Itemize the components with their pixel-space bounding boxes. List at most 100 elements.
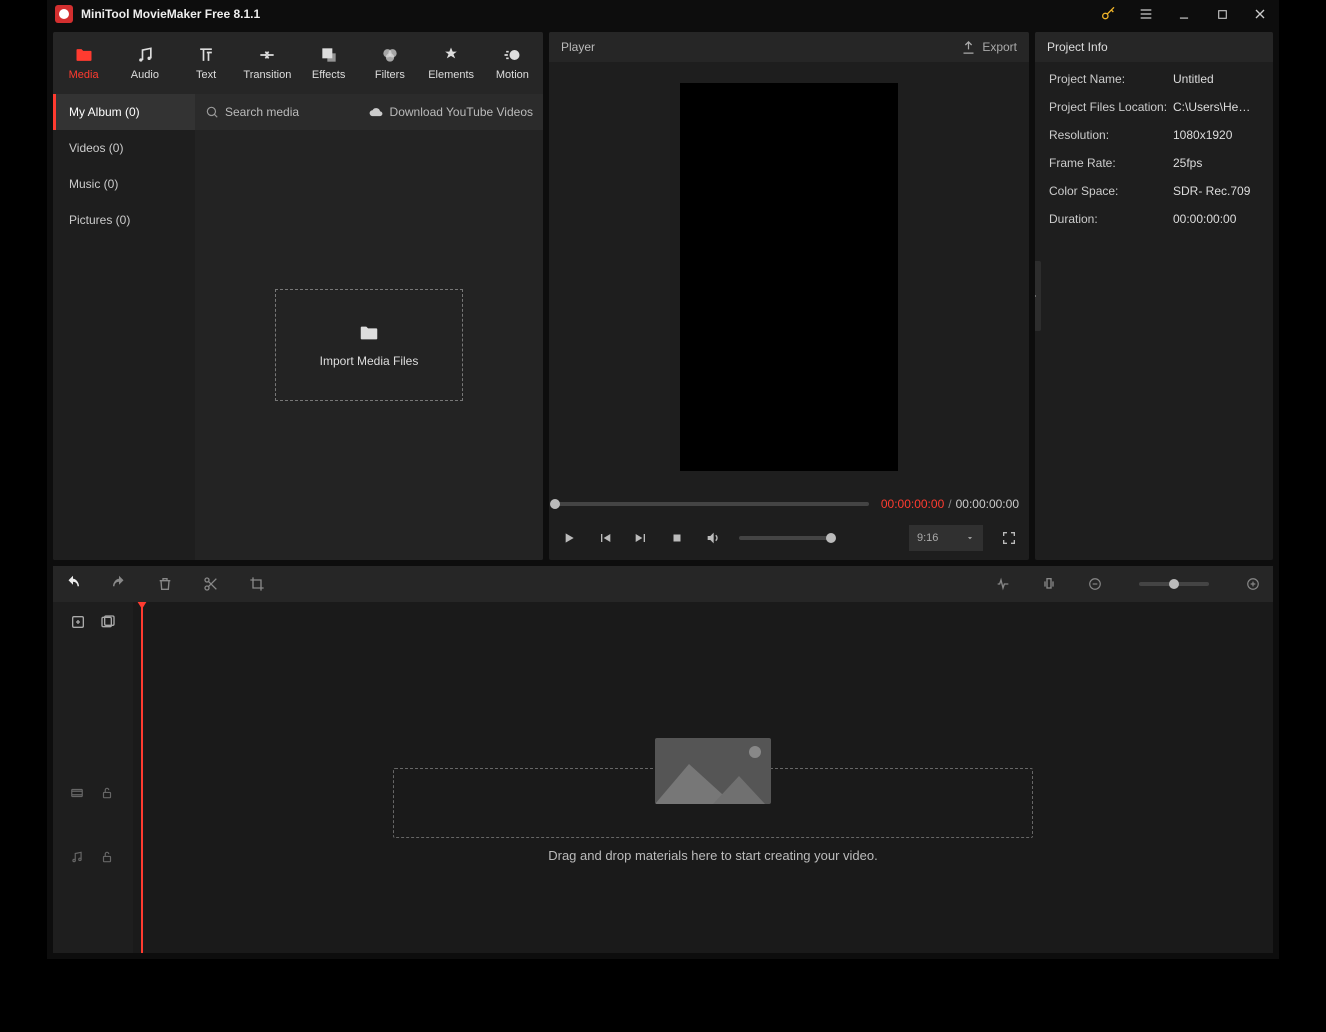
track-manager-button[interactable] bbox=[100, 614, 116, 630]
search-placeholder: Search media bbox=[225, 105, 299, 119]
undo-button[interactable] bbox=[63, 574, 83, 594]
info-value: Untitled bbox=[1173, 72, 1259, 86]
volume-slider[interactable] bbox=[739, 536, 831, 540]
prev-frame-button[interactable] bbox=[595, 528, 615, 548]
snap-button[interactable] bbox=[993, 574, 1013, 594]
folder-add-icon bbox=[356, 322, 382, 344]
tab-label: Effects bbox=[312, 69, 345, 81]
tab-label: Filters bbox=[375, 69, 405, 81]
timeline-toolbar bbox=[53, 566, 1273, 602]
music-icon bbox=[135, 45, 155, 65]
app-logo-icon bbox=[55, 5, 73, 23]
sidebar-item-3[interactable]: Pictures (0) bbox=[53, 202, 195, 238]
folder-icon bbox=[74, 45, 94, 65]
hamburger-menu-icon[interactable] bbox=[1131, 0, 1161, 28]
audio-track-lock-button[interactable] bbox=[100, 850, 116, 866]
volume-button[interactable] bbox=[703, 528, 723, 548]
zoom-slider[interactable] bbox=[1139, 582, 1209, 586]
info-value: C:\Users\He… bbox=[1173, 100, 1259, 114]
redo-button[interactable] bbox=[109, 574, 129, 594]
add-track-button[interactable] bbox=[70, 614, 86, 630]
tab-filters[interactable]: Filters bbox=[359, 32, 420, 94]
info-key: Project Files Location: bbox=[1049, 100, 1173, 114]
chevron-right-icon bbox=[1035, 290, 1039, 302]
info-value: 00:00:00:00 bbox=[1173, 212, 1259, 226]
info-row: Duration:00:00:00:00 bbox=[1049, 212, 1259, 226]
export-icon bbox=[961, 40, 976, 55]
aspect-ratio-value: 9:16 bbox=[917, 532, 938, 544]
info-row: Project Files Location:C:\Users\He… bbox=[1049, 100, 1259, 114]
tab-motion[interactable]: Motion bbox=[482, 32, 543, 94]
info-row: Frame Rate:25fps bbox=[1049, 156, 1259, 170]
timeline-tracks[interactable]: Drag and drop materials here to start cr… bbox=[133, 602, 1273, 953]
player-panel: Player Export 00:00:00:00 / 00:00:00:00 bbox=[549, 32, 1029, 560]
download-youtube-button[interactable]: Download YouTube Videos bbox=[368, 105, 533, 119]
tab-label: Motion bbox=[496, 69, 529, 81]
sidebar-item-0[interactable]: My Album (0) bbox=[53, 94, 195, 130]
marker-button[interactable] bbox=[1039, 574, 1059, 594]
cloud-download-icon bbox=[368, 105, 384, 119]
media-toolbar: Search media Download YouTube Videos bbox=[195, 94, 543, 130]
zoom-out-button[interactable] bbox=[1085, 574, 1105, 594]
seek-slider[interactable] bbox=[555, 502, 869, 506]
info-key: Frame Rate: bbox=[1049, 156, 1173, 170]
download-youtube-label: Download YouTube Videos bbox=[390, 105, 533, 119]
search-input[interactable]: Search media bbox=[205, 105, 360, 119]
play-button[interactable] bbox=[559, 528, 579, 548]
sidebar-item-1[interactable]: Videos (0) bbox=[53, 130, 195, 166]
app-title: MiniTool MovieMaker Free 8.1.1 bbox=[81, 7, 260, 21]
tab-elements[interactable]: Elements bbox=[421, 32, 482, 94]
tab-label: Elements bbox=[428, 69, 474, 81]
export-button[interactable]: Export bbox=[961, 40, 1017, 55]
maximize-button[interactable] bbox=[1207, 0, 1237, 28]
chevron-down-icon bbox=[965, 533, 975, 543]
tab-audio[interactable]: Audio bbox=[114, 32, 175, 94]
info-value: 25fps bbox=[1173, 156, 1259, 170]
aspect-ratio-select[interactable]: 9:16 bbox=[909, 525, 983, 551]
close-button[interactable] bbox=[1245, 0, 1275, 28]
playhead[interactable] bbox=[141, 602, 143, 953]
tab-text[interactable]: Text bbox=[176, 32, 237, 94]
timeline-drop-text: Drag and drop materials here to start cr… bbox=[393, 848, 1033, 863]
stop-button[interactable] bbox=[667, 528, 687, 548]
time-current: 00:00:00:00 bbox=[881, 497, 944, 511]
video-track-lock-button[interactable] bbox=[100, 786, 116, 802]
info-key: Resolution: bbox=[1049, 128, 1173, 142]
tab-label: Transition bbox=[243, 69, 291, 81]
filters-icon bbox=[380, 45, 400, 65]
timeline: Drag and drop materials here to start cr… bbox=[53, 602, 1273, 953]
export-label: Export bbox=[982, 40, 1017, 54]
tab-label: Audio bbox=[131, 69, 159, 81]
timeline-drop-placeholder bbox=[393, 738, 1033, 804]
next-frame-button[interactable] bbox=[631, 528, 651, 548]
elements-icon bbox=[441, 45, 461, 65]
tab-label: Media bbox=[69, 69, 99, 81]
player-preview bbox=[549, 62, 1029, 492]
tab-effects[interactable]: Effects bbox=[298, 32, 359, 94]
info-key: Project Name: bbox=[1049, 72, 1173, 86]
panel-collapse-handle[interactable] bbox=[1035, 261, 1041, 331]
fullscreen-button[interactable] bbox=[999, 528, 1019, 548]
tab-transition[interactable]: Transition bbox=[237, 32, 298, 94]
info-row: Color Space:SDR- Rec.709 bbox=[1049, 184, 1259, 198]
main-tabs: Media Audio Text Transition Effects Filters El… bbox=[53, 32, 543, 94]
zoom-in-button[interactable] bbox=[1243, 574, 1263, 594]
import-media-button[interactable]: Import Media Files bbox=[275, 289, 463, 401]
split-button[interactable] bbox=[201, 574, 221, 594]
sidebar-item-2[interactable]: Music (0) bbox=[53, 166, 195, 202]
transition-icon bbox=[257, 45, 277, 65]
video-track-icon bbox=[70, 786, 86, 802]
tab-label: Text bbox=[196, 69, 216, 81]
media-panel: Media Audio Text Transition Effects Filters El… bbox=[53, 32, 543, 560]
search-icon bbox=[205, 105, 219, 119]
project-info-title: Project Info bbox=[1047, 40, 1108, 54]
info-value: 1080x1920 bbox=[1173, 128, 1259, 142]
tab-media[interactable]: Media bbox=[53, 32, 114, 94]
time-separator: / bbox=[948, 497, 951, 511]
import-media-label: Import Media Files bbox=[320, 354, 419, 368]
crop-button[interactable] bbox=[247, 574, 267, 594]
info-value: SDR- Rec.709 bbox=[1173, 184, 1259, 198]
activate-key-icon[interactable] bbox=[1093, 0, 1123, 28]
minimize-button[interactable] bbox=[1169, 0, 1199, 28]
delete-button[interactable] bbox=[155, 574, 175, 594]
